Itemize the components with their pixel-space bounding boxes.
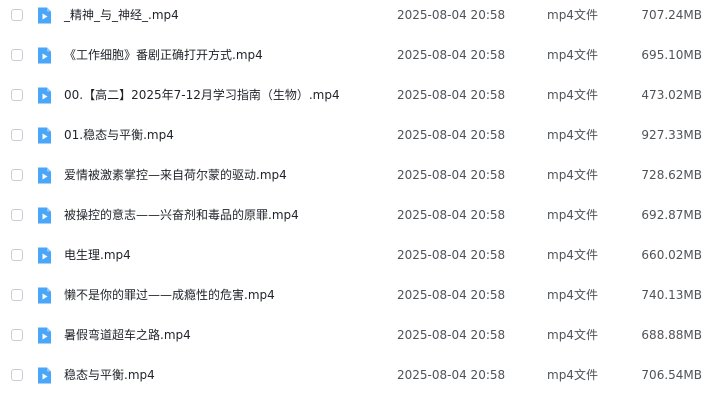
video-file-icon: [35, 46, 54, 65]
file-size: 707.24MB: [641, 8, 702, 22]
video-file-icon: [35, 86, 54, 105]
file-name[interactable]: 01.稳态与平衡.mp4: [64, 127, 174, 143]
file-date: 2025-08-04 20:58: [397, 288, 506, 302]
file-size: 740.13MB: [641, 288, 702, 302]
file-type: mp4文件: [547, 128, 598, 142]
file-date: 2025-08-04 20:58: [397, 8, 506, 22]
row-checkbox[interactable]: [11, 129, 23, 141]
row-checkbox[interactable]: [11, 369, 23, 381]
file-type: mp4文件: [547, 88, 598, 102]
file-type: mp4文件: [547, 8, 598, 22]
file-date: 2025-08-04 20:58: [397, 368, 506, 382]
row-checkbox[interactable]: [11, 209, 23, 221]
file-list: _精神_与_神经_.mp4 2025-08-04 20:58 mp4文件 707…: [0, 0, 709, 397]
file-name[interactable]: 爱情被激素掌控—来自荷尔蒙的驱动.mp4: [64, 167, 287, 183]
file-date: 2025-08-04 20:58: [397, 168, 506, 182]
video-file-icon: [35, 246, 54, 265]
file-size: 706.54MB: [641, 368, 702, 382]
file-date: 2025-08-04 20:58: [397, 88, 506, 102]
file-date: 2025-08-04 20:58: [397, 48, 506, 62]
file-name[interactable]: 《工作细胞》番剧正确打开方式.mp4: [64, 47, 263, 63]
file-row[interactable]: _精神_与_神经_.mp4 2025-08-04 20:58 mp4文件 707…: [0, 0, 709, 37]
file-date: 2025-08-04 20:58: [397, 208, 506, 222]
row-checkbox[interactable]: [11, 9, 23, 21]
file-row[interactable]: 懒不是你的罪过——成瘾性的危害.mp4 2025-08-04 20:58 mp4…: [0, 277, 709, 317]
file-size: 695.10MB: [641, 48, 702, 62]
file-row[interactable]: 爱情被激素掌控—来自荷尔蒙的驱动.mp4 2025-08-04 20:58 mp…: [0, 157, 709, 197]
file-name[interactable]: 电生理.mp4: [64, 247, 131, 263]
file-row[interactable]: 00.【高二】2025年7-12月学习指南（生物）.mp4 2025-08-04…: [0, 77, 709, 117]
file-size: 692.87MB: [641, 208, 702, 222]
file-size: 660.02MB: [641, 248, 702, 262]
file-row[interactable]: 电生理.mp4 2025-08-04 20:58 mp4文件 660.02MB: [0, 237, 709, 277]
file-type: mp4文件: [547, 48, 598, 62]
file-size: 688.88MB: [641, 328, 702, 342]
video-file-icon: [35, 126, 54, 145]
file-name[interactable]: 暑假弯道超车之路.mp4: [64, 327, 191, 343]
video-file-icon: [35, 326, 54, 345]
file-type: mp4文件: [547, 288, 598, 302]
video-file-icon: [35, 166, 54, 185]
file-name[interactable]: 懒不是你的罪过——成瘾性的危害.mp4: [64, 287, 275, 303]
file-type: mp4文件: [547, 168, 598, 182]
file-size: 728.62MB: [641, 168, 702, 182]
file-name[interactable]: 00.【高二】2025年7-12月学习指南（生物）.mp4: [64, 87, 340, 103]
file-name[interactable]: 被操控的意志——兴奋剂和毒品的原罪.mp4: [64, 207, 299, 223]
video-file-icon: [35, 286, 54, 305]
file-size: 473.02MB: [641, 88, 702, 102]
row-checkbox[interactable]: [11, 169, 23, 181]
file-type: mp4文件: [547, 248, 598, 262]
video-file-icon: [35, 206, 54, 225]
file-row[interactable]: 01.稳态与平衡.mp4 2025-08-04 20:58 mp4文件 927.…: [0, 117, 709, 157]
file-row[interactable]: 被操控的意志——兴奋剂和毒品的原罪.mp4 2025-08-04 20:58 m…: [0, 197, 709, 237]
file-row[interactable]: 稳态与平衡.mp4 2025-08-04 20:58 mp4文件 706.54M…: [0, 357, 709, 397]
row-checkbox[interactable]: [11, 329, 23, 341]
file-name[interactable]: 稳态与平衡.mp4: [64, 367, 155, 383]
file-row[interactable]: 《工作细胞》番剧正确打开方式.mp4 2025-08-04 20:58 mp4文…: [0, 37, 709, 77]
file-date: 2025-08-04 20:58: [397, 128, 506, 142]
file-date: 2025-08-04 20:58: [397, 248, 506, 262]
file-type: mp4文件: [547, 368, 598, 382]
row-checkbox[interactable]: [11, 89, 23, 101]
video-file-icon: [35, 6, 54, 25]
file-row[interactable]: 暑假弯道超车之路.mp4 2025-08-04 20:58 mp4文件 688.…: [0, 317, 709, 357]
file-size: 927.33MB: [641, 128, 702, 142]
row-checkbox[interactable]: [11, 249, 23, 261]
file-date: 2025-08-04 20:58: [397, 328, 506, 342]
video-file-icon: [35, 366, 54, 385]
row-checkbox[interactable]: [11, 49, 23, 61]
file-type: mp4文件: [547, 208, 598, 222]
row-checkbox[interactable]: [11, 289, 23, 301]
file-name[interactable]: _精神_与_神经_.mp4: [64, 7, 179, 23]
file-type: mp4文件: [547, 328, 598, 342]
